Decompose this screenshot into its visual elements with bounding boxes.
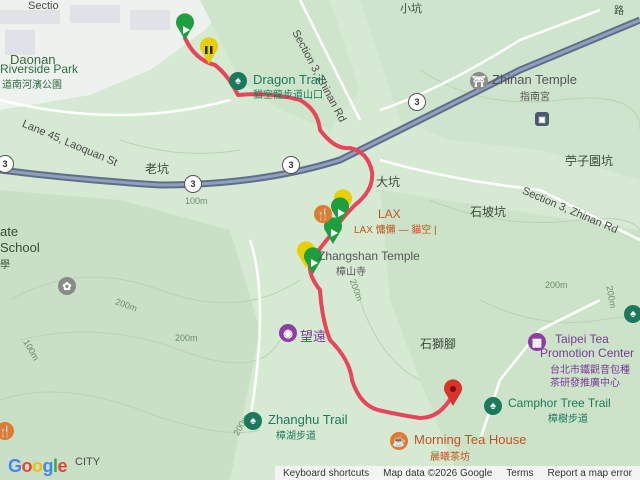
park-icon[interactable]: ♠	[244, 412, 262, 430]
place-tingziyuankeng: 苧子園坑	[565, 154, 614, 168]
terms-link[interactable]: Terms	[506, 468, 533, 479]
poi-zhanghu-trail-cn: 樟湖步道	[276, 431, 316, 442]
place-xiaokeng: 小坑	[400, 3, 422, 15]
park-icon[interactable]: ♠	[229, 72, 247, 90]
place-school: School	[0, 240, 40, 255]
gear-icon[interactable]: ✿	[58, 277, 76, 295]
road-fragment: 路	[614, 6, 624, 17]
keyboard-shortcuts-link[interactable]: Keyboard shortcuts	[283, 468, 369, 479]
temple-icon[interactable]: ⛩	[470, 72, 488, 90]
map-footer: Google Keyboard shortcuts Map data ©2026…	[0, 456, 640, 480]
restaurant-icon[interactable]: 🍴	[0, 422, 14, 440]
poi-lax-cn: LAX 慵懶 — 貓空 |	[354, 225, 437, 236]
map-data-text: Map data ©2026 Google	[383, 467, 493, 479]
place-laokeng: 老坑	[145, 162, 170, 176]
report-error-link[interactable]: Report a map error	[548, 468, 632, 479]
place-ate: ate	[0, 224, 19, 239]
poi-camphor-tree-cn: 樟樹步道	[548, 414, 588, 425]
road-section-left: Sectio	[28, 0, 59, 12]
route-3-badge: 3	[408, 93, 426, 111]
place-dakeng: 大坑	[376, 175, 401, 189]
poi-lax[interactable]: LAX	[378, 207, 401, 221]
poi-morning-tea-cn: 晨曦茶坊	[430, 452, 470, 463]
park-icon[interactable]: ♠	[624, 305, 640, 323]
bus-stop-icon[interactable]: ▣	[535, 112, 549, 126]
poi-wangyuan[interactable]: 望遠	[300, 326, 326, 345]
poi-zhinan-temple[interactable]: Zhinan Temple	[492, 72, 577, 87]
route-3-badge: 3	[184, 175, 202, 193]
attribution-bar: Keyboard shortcuts Map data ©2026 Google…	[274, 466, 640, 480]
google-logo: Google	[8, 456, 68, 476]
poi-dragon-trail-cn: 貓空龍步道山口	[253, 90, 323, 101]
contour-label: 100m	[185, 196, 208, 206]
poi-camphor-tree[interactable]: Camphor Tree Trail	[508, 396, 611, 410]
poi-morning-tea[interactable]: Morning Tea House	[414, 432, 527, 447]
poi-taipei-tea-2[interactable]: Promotion Center	[540, 346, 634, 360]
place-daonan-park: Riverside Park	[0, 62, 79, 76]
place-xue: 學	[0, 260, 10, 271]
park-icon[interactable]: ♠	[484, 397, 502, 415]
route-3-badge: 3	[282, 156, 300, 174]
poi-dragon-trail[interactable]: Dragon Trail	[253, 72, 324, 87]
restaurant-icon[interactable]: 🍴	[314, 205, 332, 223]
poi-taipei-tea-1[interactable]: Taipei Tea	[555, 332, 609, 346]
poi-zhinan-temple-cn: 指南宮	[520, 92, 550, 103]
contour-label: 200m	[545, 280, 568, 290]
cafe-icon[interactable]: ☕	[390, 432, 408, 450]
poi-zhangshan-temple[interactable]: Zhangshan Temple	[318, 249, 420, 263]
camera-icon[interactable]: ◉	[279, 324, 297, 342]
place-shishijiao: 石獅腳	[420, 337, 457, 351]
place-daonan-cn: 道南河濱公園	[2, 80, 62, 91]
poi-taipei-tea-cn2: 茶研發推廣中心	[550, 378, 620, 389]
poi-zhangshan-temple-cn: 樟山寺	[336, 267, 366, 278]
place-shipokeng: 石坡坑	[470, 205, 507, 219]
contour-label: 200m	[175, 333, 198, 343]
poi-zhanghu-trail[interactable]: Zhanghu Trail	[268, 412, 348, 427]
